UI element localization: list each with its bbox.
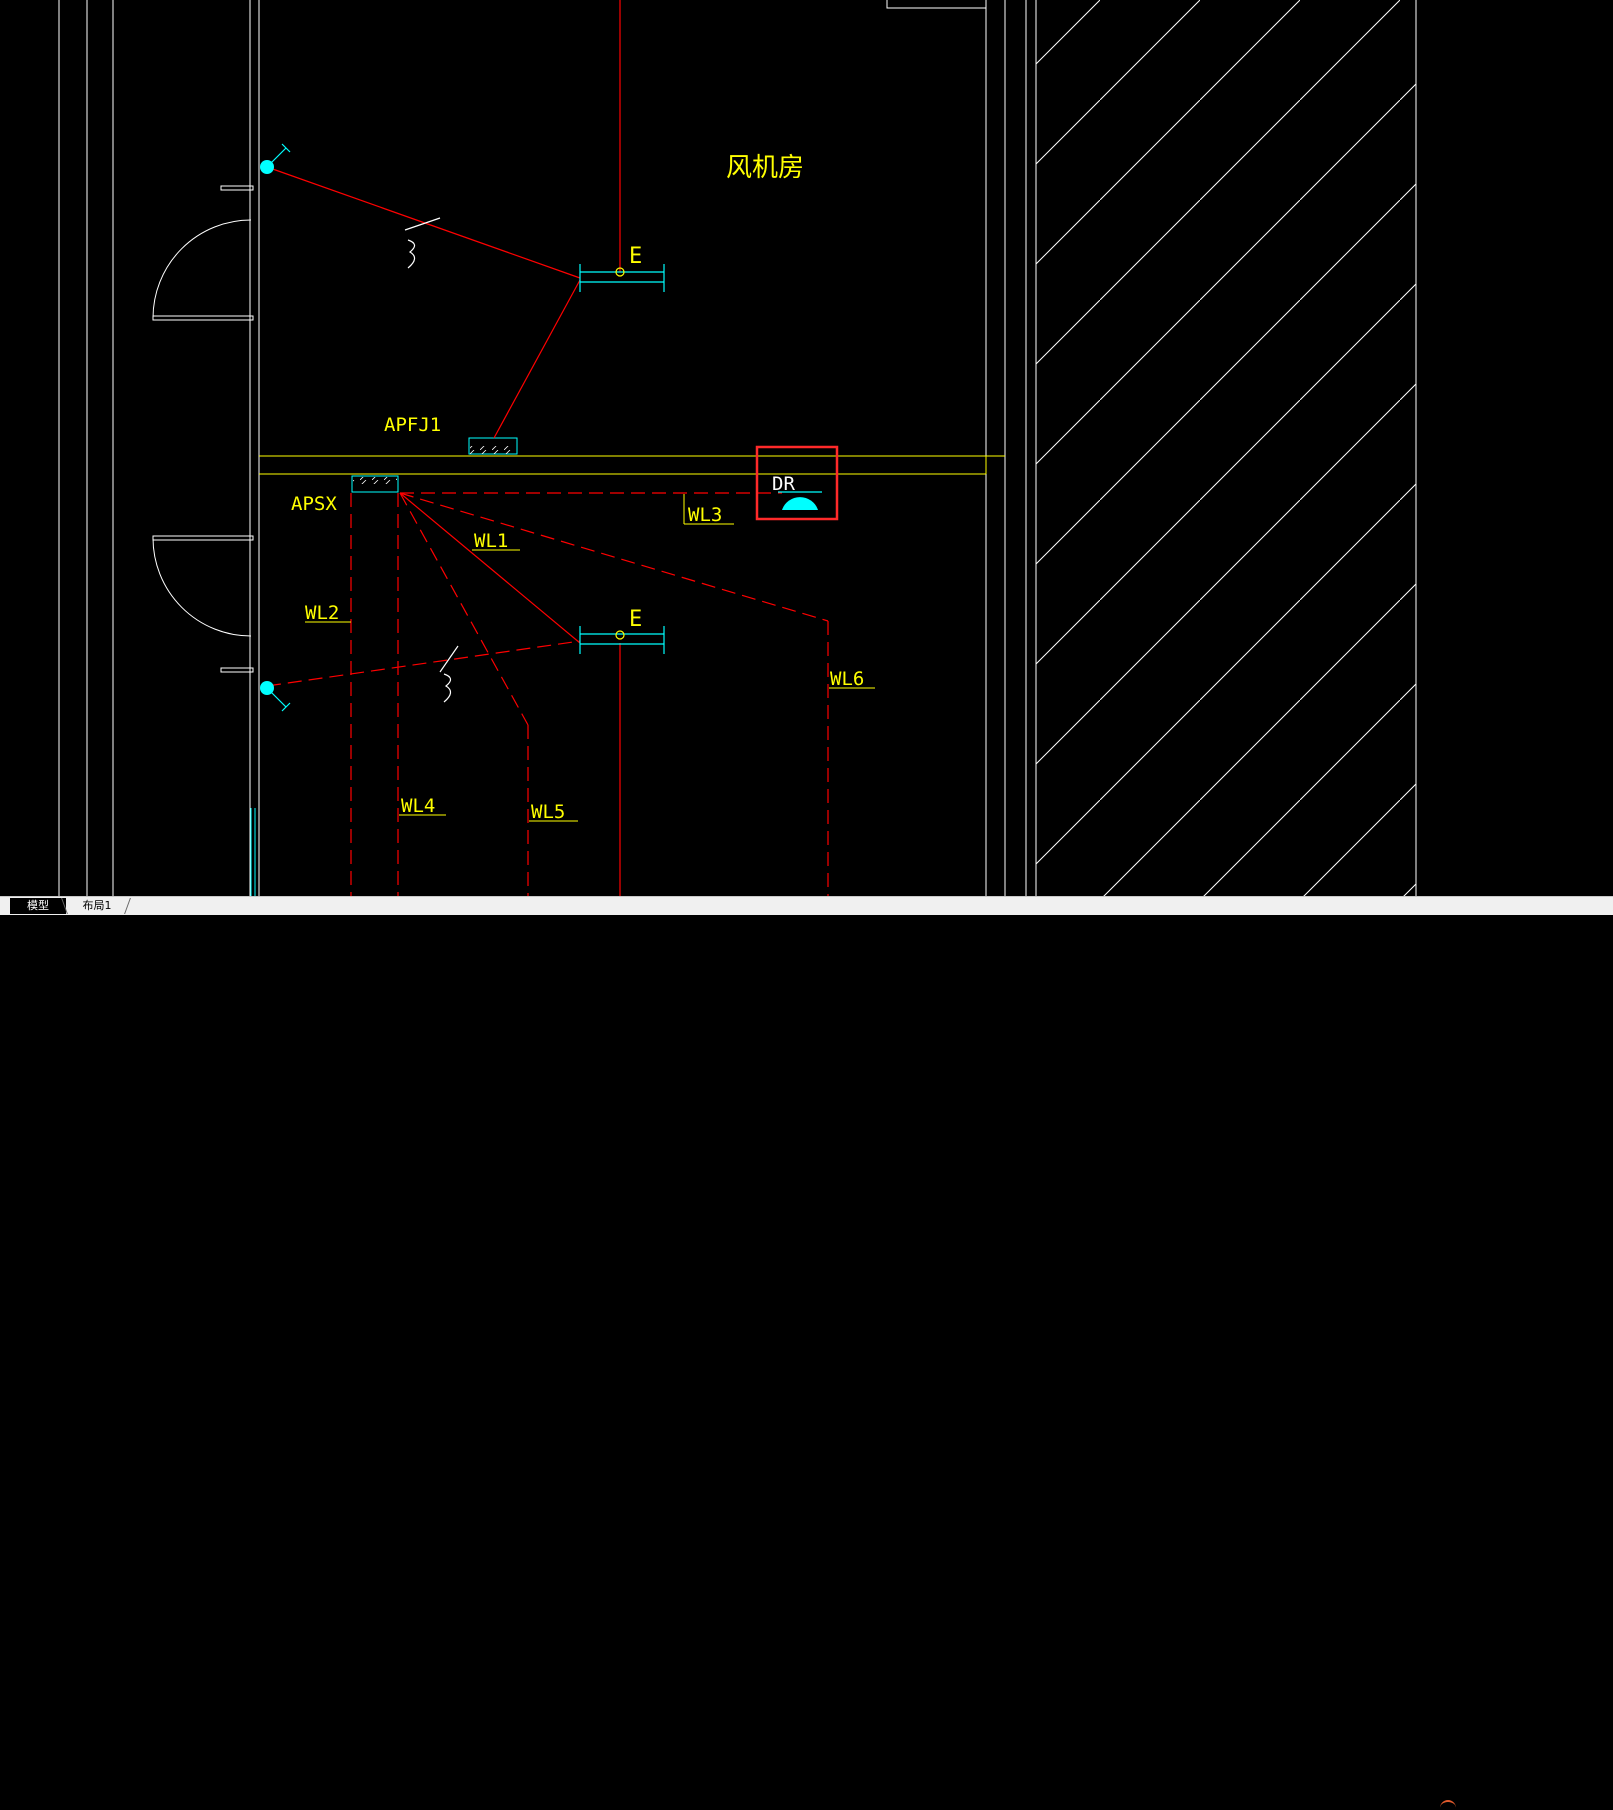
lamp-fixture-upper[interactable] [579, 264, 665, 292]
partition-wall [259, 455, 1005, 475]
cad-drawing-canvas[interactable]: 风机房 APFJ1 APSX E E DR WL1 WL2 WL3 WL4 WL… [0, 0, 1613, 896]
room-label: 风机房 [726, 153, 804, 183]
circuit-wl1-label: WL1 [474, 530, 508, 552]
shaft-hatch [1036, 0, 1416, 896]
panel-apfj1[interactable] [468, 437, 518, 455]
device-dr[interactable] [755, 445, 839, 521]
circuit-wl2-label: WL2 [305, 602, 339, 624]
layout-tab-bar: 模型 布局1 [0, 896, 1613, 1802]
circuit-wl4-label: WL4 [401, 795, 435, 817]
corridor-edge [250, 808, 256, 896]
label-leaders [305, 494, 875, 822]
lamp-lower-label: E [629, 607, 642, 632]
tab-model[interactable]: 模型 [10, 898, 66, 914]
wire-count-lower [439, 645, 459, 703]
panel-apsx[interactable] [351, 475, 399, 493]
panel-apsx-label: APSX [291, 493, 337, 515]
circuit-wl5-label: WL5 [531, 801, 565, 823]
device-dr-label: DR [772, 473, 795, 495]
door-upper [152, 185, 254, 321]
panel-apfj1-label: APFJ1 [384, 414, 441, 436]
tab-layout1[interactable]: 布局1 [66, 898, 128, 914]
circuit-wl6-label: WL6 [830, 668, 864, 690]
switch-lower[interactable] [260, 681, 291, 712]
lamp-fixture-lower[interactable] [579, 626, 665, 654]
wiring-solid [266, 0, 621, 896]
lamp-upper-label: E [629, 244, 642, 269]
door-lower [152, 535, 254, 673]
corner-mark-icon [1440, 1800, 1456, 1810]
wire-count-upper [404, 217, 441, 269]
wiring-dashed [266, 492, 829, 896]
circuit-wl3-label: WL3 [688, 504, 722, 526]
